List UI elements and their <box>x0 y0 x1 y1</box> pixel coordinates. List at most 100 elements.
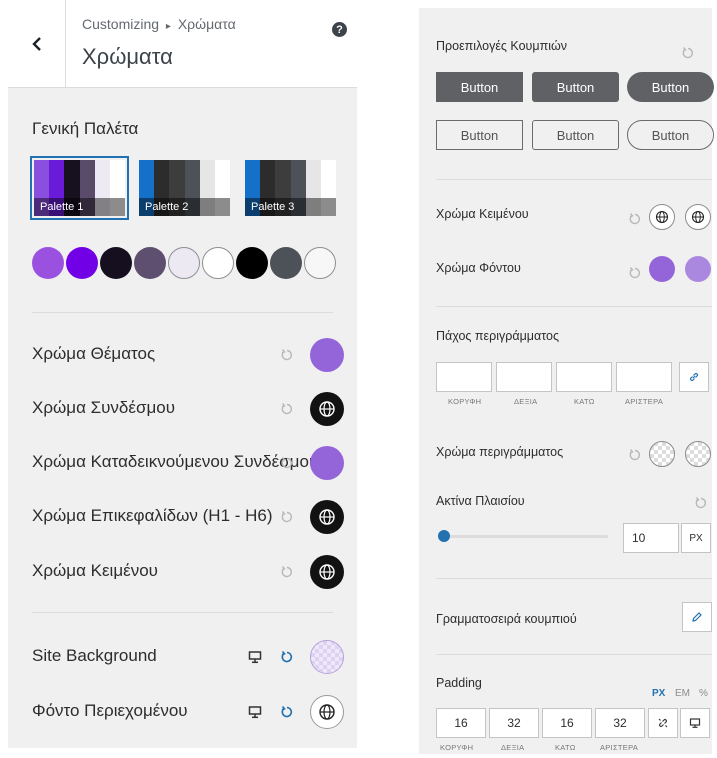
border-right-input[interactable] <box>496 362 552 392</box>
radius-slider-track[interactable] <box>441 535 608 538</box>
palette-label: Palette 3 <box>245 198 336 216</box>
padding-top-input[interactable]: 16 <box>436 708 486 738</box>
side-label-top: ΚΟΡΥΦΗ <box>440 743 474 752</box>
bg-color-swatch[interactable] <box>649 256 675 282</box>
padding-right-input[interactable]: 32 <box>489 708 539 738</box>
globe-icon <box>319 401 335 417</box>
palette-1[interactable]: Palette 1 <box>30 156 129 220</box>
text-color-hover-swatch[interactable] <box>685 204 711 230</box>
border-bottom-input[interactable] <box>556 362 612 392</box>
breadcrumb: Customizing ▸ Χρώματα <box>82 16 236 32</box>
reset-icon[interactable] <box>628 266 642 280</box>
palette-section-title: Γενική Παλέτα <box>32 119 139 138</box>
border-left-input[interactable] <box>616 362 672 392</box>
edit-font-button[interactable] <box>682 602 712 632</box>
reset-icon[interactable] <box>280 650 294 664</box>
reset-icon[interactable] <box>694 496 708 510</box>
palette-color-dot[interactable] <box>134 247 166 279</box>
side-label-left: ΑΡΙΣΤΕΡΑ <box>600 743 639 752</box>
radius-unit[interactable]: PX <box>681 523 711 553</box>
preset-button-square-filled[interactable]: Button <box>436 72 523 102</box>
palette-color-dot[interactable] <box>100 247 132 279</box>
chevron-left-icon <box>31 37 41 51</box>
palette-color-dot[interactable] <box>304 247 336 279</box>
bg-swatch[interactable] <box>310 695 344 729</box>
unit-percent[interactable]: % <box>699 688 708 699</box>
side-label-bottom: ΚΑΤΩ <box>574 397 595 406</box>
reset-icon[interactable] <box>628 448 642 462</box>
reset-icon[interactable] <box>280 348 294 362</box>
color-swatch[interactable] <box>310 338 344 372</box>
unlink-sides-button[interactable] <box>648 708 678 738</box>
reset-icon[interactable] <box>280 705 294 719</box>
side-label-left: ΑΡΙΣΤΕΡΑ <box>625 397 664 406</box>
border-color-swatch[interactable] <box>649 441 675 467</box>
page-title: Χρώματα <box>82 44 173 69</box>
unit-px[interactable]: PX <box>652 688 665 699</box>
bg-color-hover-swatch[interactable] <box>685 256 711 282</box>
responsive-device-button[interactable] <box>680 708 710 738</box>
reset-icon[interactable] <box>628 212 642 226</box>
back-button[interactable] <box>8 0 66 88</box>
globe-icon <box>319 564 335 580</box>
customizer-panel: Customizing ▸ Χρώματα Χρώματα ? Γενική Π… <box>8 0 357 748</box>
globe-icon <box>319 704 335 720</box>
unit-em[interactable]: EM <box>675 688 690 699</box>
preset-button-pill-filled[interactable]: Button <box>627 72 714 102</box>
pencil-icon <box>692 612 702 622</box>
desktop-icon[interactable] <box>248 650 262 664</box>
reset-icon[interactable] <box>280 402 294 416</box>
preset-button-square-outline[interactable]: Button <box>436 120 523 150</box>
reset-icon[interactable] <box>280 565 294 579</box>
bg-row-label: Site Background <box>32 646 157 665</box>
preset-button-rounded-outline[interactable]: Button <box>532 120 619 150</box>
palette-2[interactable]: Palette 2 <box>139 160 231 216</box>
border-color-title: Χρώμα περιγράμματος <box>436 445 564 459</box>
color-swatch[interactable] <box>310 500 344 534</box>
palette-color-dot[interactable] <box>202 247 234 279</box>
globe-icon <box>691 210 705 224</box>
reset-icon[interactable] <box>280 456 294 470</box>
color-swatch[interactable] <box>310 555 344 589</box>
bg-color-title: Χρώμα Φόντου <box>436 261 521 275</box>
divider <box>436 578 712 579</box>
padding-bottom-input[interactable]: 16 <box>542 708 592 738</box>
reset-icon[interactable] <box>681 46 695 60</box>
palette-color-dot[interactable] <box>66 247 98 279</box>
reset-icon[interactable] <box>280 510 294 524</box>
breadcrumb-separator: ▸ <box>165 21 171 32</box>
presets-title: Προεπιλογές Κουμπιών <box>436 39 567 53</box>
text-color-swatch[interactable] <box>649 204 675 230</box>
unlink-icon <box>658 718 668 728</box>
globe-icon <box>655 210 669 224</box>
palette-3[interactable]: Palette 3 <box>245 160 337 216</box>
palette-label: Palette 1 <box>34 198 125 216</box>
color-swatch[interactable] <box>310 392 344 426</box>
radius-input[interactable]: 10 <box>623 523 679 553</box>
palette-color-dot[interactable] <box>32 247 64 279</box>
palette-color-dot[interactable] <box>270 247 302 279</box>
radius-slider-handle[interactable] <box>438 530 450 542</box>
preset-button-pill-outline[interactable]: Button <box>627 120 714 150</box>
palette-color-dot[interactable] <box>236 247 268 279</box>
desktop-icon[interactable] <box>248 705 262 719</box>
color-row-label: Χρώμα Επικεφαλίδων (H1 - H6) <box>32 506 273 525</box>
palette-color-dot[interactable] <box>168 247 200 279</box>
desktop-icon <box>689 718 701 728</box>
link-sides-button[interactable] <box>679 362 709 392</box>
border-top-input[interactable] <box>436 362 492 392</box>
preset-button-rounded-filled[interactable]: Button <box>532 72 619 102</box>
side-label-right: ΔΕΞΙΑ <box>514 397 538 406</box>
color-swatch[interactable] <box>310 446 344 480</box>
link-icon <box>690 373 698 381</box>
side-label-bottom: ΚΑΤΩ <box>555 743 576 752</box>
border-color-hover-swatch[interactable] <box>685 441 711 467</box>
padding-left-input[interactable]: 32 <box>595 708 645 738</box>
side-label-top: ΚΟΡΥΦΗ <box>448 397 482 406</box>
font-title: Γραμματοσειρά κουμπιού <box>436 612 577 626</box>
breadcrumb-current: Χρώματα <box>177 16 236 32</box>
panel-header: Customizing ▸ Χρώματα Χρώματα ? <box>8 0 357 88</box>
palette-label: Palette 2 <box>139 198 230 216</box>
bg-swatch[interactable] <box>310 640 344 674</box>
help-icon[interactable]: ? <box>332 22 347 37</box>
